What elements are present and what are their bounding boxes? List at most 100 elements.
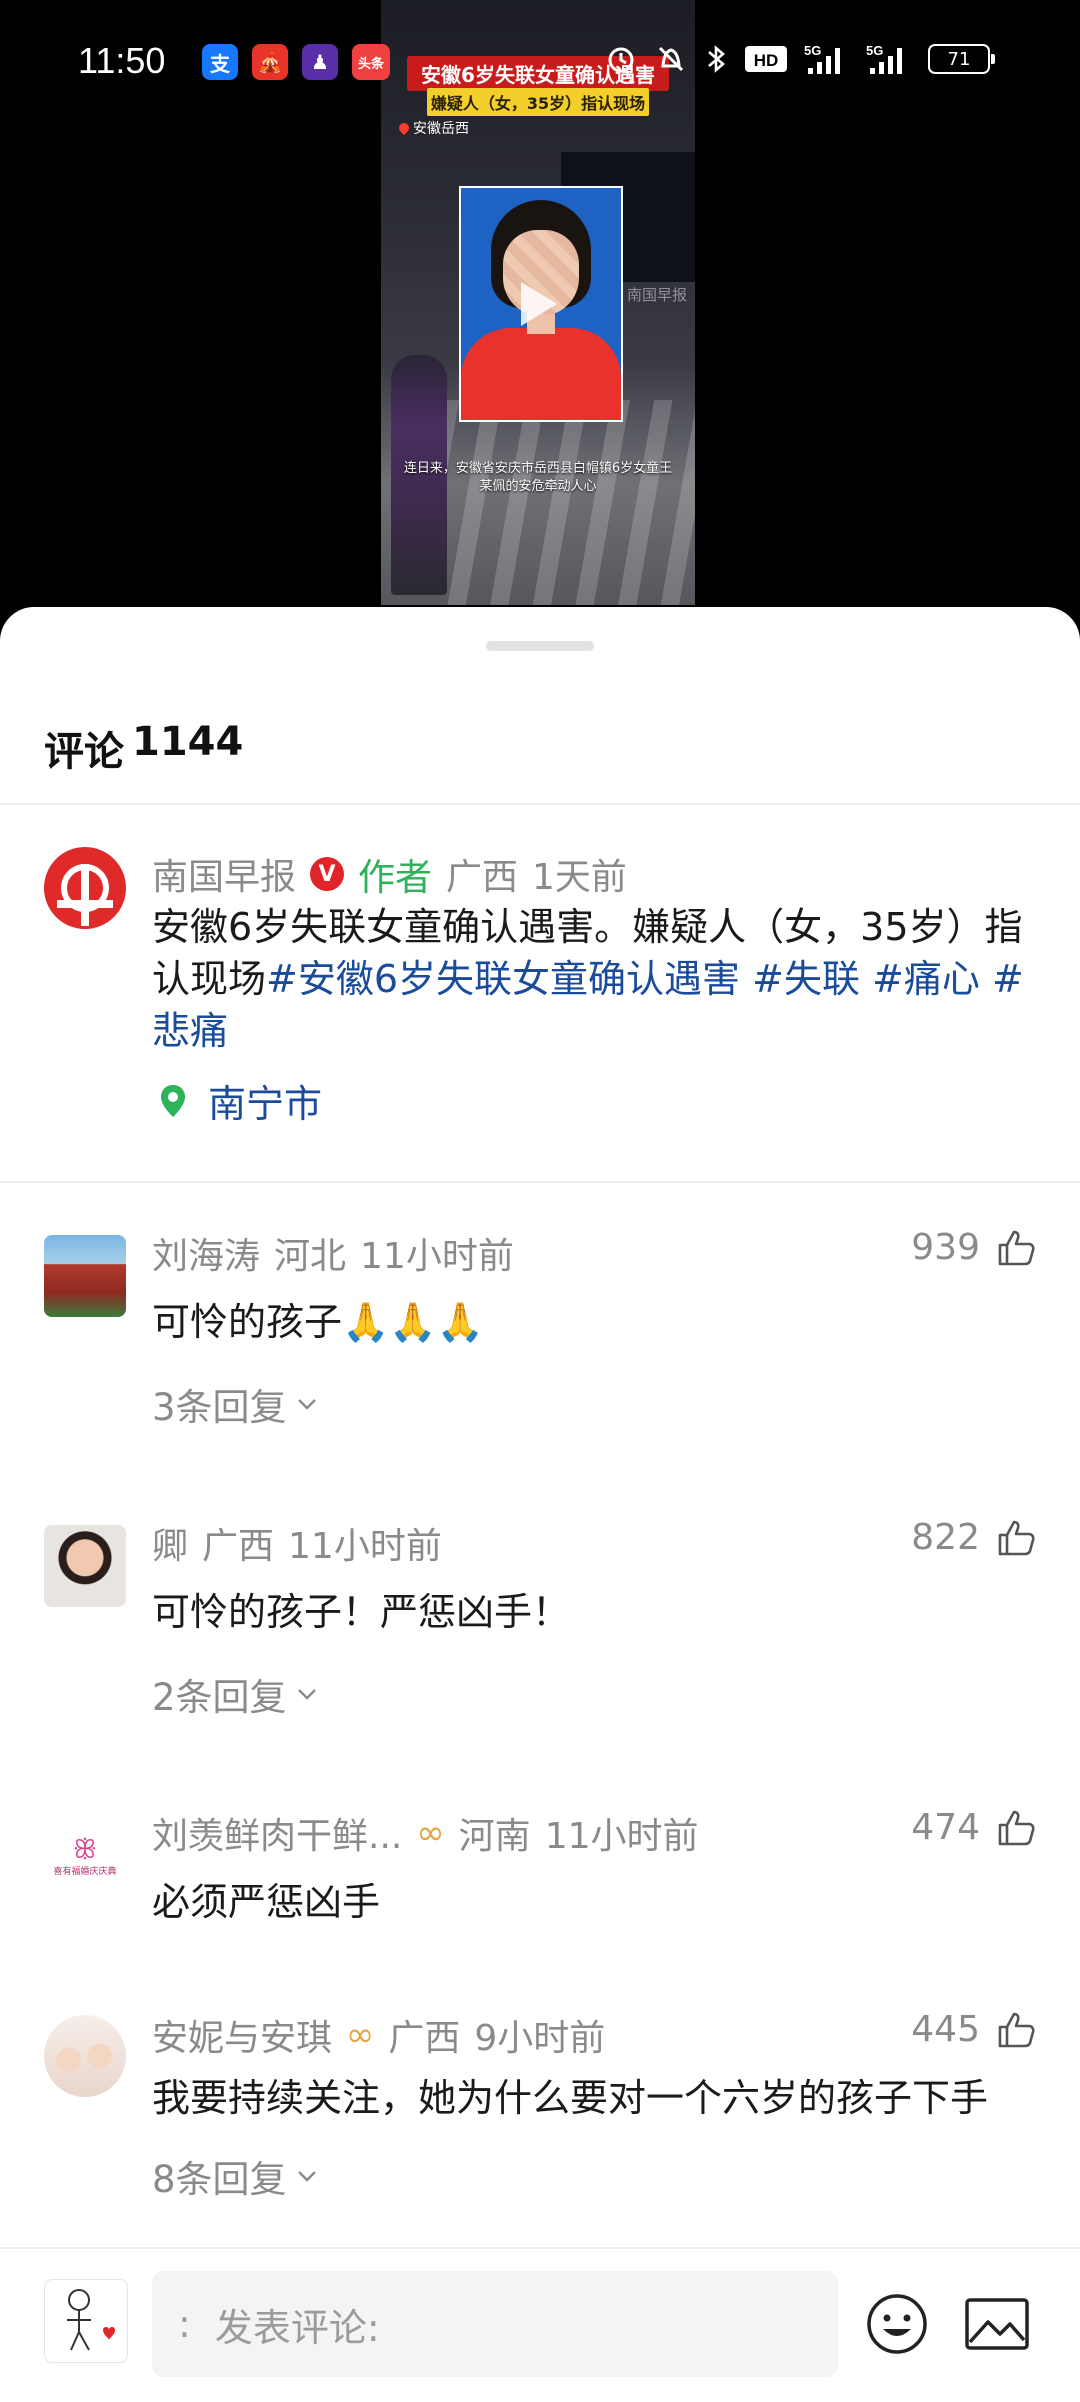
video-location: 安徽岳西 xyxy=(396,118,469,138)
svg-text:5G: 5G xyxy=(804,43,821,58)
replies-toggle[interactable]: 8条回复 xyxy=(152,2149,317,2203)
alipay-icon: 支 xyxy=(202,44,238,80)
system-status-icons: HD 5G 5G 71 xyxy=(604,42,995,76)
comment-time: 11小时前 xyxy=(288,1526,442,1567)
hashtag[interactable]: #痛心 xyxy=(872,957,980,1001)
toutiao-icon: 头条 xyxy=(352,44,390,80)
comment-region: 广西 xyxy=(202,1526,275,1567)
comment-region: 河南 xyxy=(458,1816,531,1857)
thumbs-up-icon xyxy=(998,1810,1035,1845)
author-name[interactable]: 南国早报 xyxy=(152,848,296,900)
thumbs-up-icon xyxy=(998,2012,1035,2047)
comment-input-bar: : 发表评论: xyxy=(0,2247,1080,2402)
post-text: 安徽6岁失联女童确认遇害。嫌疑人（女，35岁）指认现场#安徽6岁失联女童确认遇害… xyxy=(152,901,1042,1057)
video-location-label: 安徽岳西 xyxy=(413,121,469,137)
thumbs-up-icon xyxy=(998,1520,1035,1555)
comment-text: 我要持续关注，她为什么要对一个六岁的孩子下手 xyxy=(152,2076,989,2120)
mute-icon xyxy=(658,46,684,72)
comment-text: 可怜的孩子🙏🙏🙏 xyxy=(152,1300,484,1344)
signal-5g-icon-2: 5G xyxy=(866,43,902,74)
ribbon-badge-icon: ∞ xyxy=(416,1813,445,1853)
replies-label: 3条回复 xyxy=(152,1386,287,1429)
news-logo-icon xyxy=(57,864,113,926)
ribbon-badge-icon: ∞ xyxy=(346,2015,375,2055)
replies-label: 2条回复 xyxy=(152,1676,287,1719)
svg-text:HD: HD xyxy=(754,51,779,70)
comment-meta: 卿 广西 11小时前 xyxy=(152,1517,442,1569)
avatar-logo-text: 喜有福婚庆庆典 xyxy=(53,1866,117,1877)
status-time: 11:50 xyxy=(78,40,166,81)
thumbs-up-icon xyxy=(998,1230,1035,1265)
status-bar: 11:50 支 🎪 ♟ 头条 HD 5G 5G 71 xyxy=(0,0,1080,120)
user-avatar[interactable] xyxy=(44,1235,126,1317)
post-time: 1天前 xyxy=(532,857,627,898)
location-pin-icon xyxy=(161,1084,185,1117)
user-avatar[interactable]: ꕥ 喜有福婚庆庆典 xyxy=(44,1815,126,1897)
post-location-label: 南宁市 xyxy=(208,1082,323,1126)
hd-voice-icon: HD xyxy=(745,46,787,72)
comment-time: 9小时前 xyxy=(474,2018,606,2059)
divider xyxy=(0,803,1080,805)
like-button[interactable]: 445 xyxy=(911,2009,1036,2050)
hashtag[interactable]: #安徽6岁失联女童确认遇害 xyxy=(266,957,740,1001)
comment-user[interactable]: 刘羡鲜肉干鲜... xyxy=(152,1807,402,1859)
like-button[interactable]: 939 xyxy=(911,1227,1036,1268)
like-count: 822 xyxy=(911,1517,980,1558)
post-location[interactable]: 南宁市 xyxy=(160,1073,322,1128)
input-prefix: : xyxy=(178,2302,191,2346)
verified-badge-icon: V xyxy=(310,857,345,891)
alarm-icon xyxy=(608,47,634,73)
stick-figure-avatar-icon xyxy=(67,2289,115,2351)
video-crosswalk xyxy=(441,400,695,605)
game-app-icon: 🎪 xyxy=(252,44,288,80)
video-watermark: 南国早报 xyxy=(627,286,688,304)
author-avatar[interactable] xyxy=(44,847,126,929)
post-region: 广西 xyxy=(446,857,519,898)
comment-sheet: 评论 1144 南国早报 V 作者 广西 1天前 安徽6岁失联女童确认遇害。嫌疑… xyxy=(0,607,1080,2400)
hashtag[interactable]: #失联 xyxy=(752,957,860,1001)
video-caption: 连日来，安徽省安庆市岳西县白帽镇6岁女童王某佩的安危牵动人心 xyxy=(403,461,673,494)
chess-app-icon: ♟ xyxy=(302,44,338,80)
input-placeholder: 发表评论: xyxy=(214,2305,380,2350)
comment-meta: 安妮与安琪 ∞ 广西 9小时前 xyxy=(152,2009,605,2061)
svg-text:5G: 5G xyxy=(866,43,883,58)
like-button[interactable]: 822 xyxy=(911,1517,1036,1558)
post-meta: 南国早报 V 作者 广西 1天前 xyxy=(152,847,627,901)
butterfly-logo-icon: ꕥ xyxy=(72,1834,98,1865)
like-button[interactable]: 474 xyxy=(911,1807,1036,1848)
divider xyxy=(0,1181,1080,1183)
user-avatar[interactable] xyxy=(44,1525,126,1607)
comment-time: 11小时前 xyxy=(544,1816,699,1857)
comment-user[interactable]: 卿 xyxy=(152,1517,188,1569)
location-pin-icon xyxy=(396,120,412,136)
like-count: 445 xyxy=(911,2009,980,2050)
comment-meta: 刘羡鲜肉干鲜... ∞ 河南 11小时前 xyxy=(152,1807,699,1859)
replies-label: 8条回复 xyxy=(152,2158,287,2201)
comment-text: 可怜的孩子！严惩凶手！ xyxy=(152,1590,571,1634)
image-icon[interactable] xyxy=(964,2295,1030,2353)
comment-title-label: 评论 xyxy=(44,729,124,775)
play-icon[interactable] xyxy=(521,282,557,326)
battery-icon: 71 xyxy=(928,44,995,74)
emoji-icon[interactable] xyxy=(866,2293,928,2355)
replies-toggle[interactable]: 2条回复 xyxy=(152,1667,317,1721)
comment-user[interactable]: 安妮与安琪 xyxy=(152,2009,332,2061)
comment-region: 广西 xyxy=(388,2018,461,2059)
user-avatar[interactable] xyxy=(44,2015,126,2097)
replies-toggle[interactable]: 3条回复 xyxy=(152,1377,317,1431)
comment-region: 河北 xyxy=(274,1236,347,1277)
bluetooth-icon xyxy=(708,45,725,73)
signal-5g-icon: 5G xyxy=(804,43,840,74)
comment-user[interactable]: 刘海涛 xyxy=(152,1227,260,1279)
comment-input[interactable]: : 发表评论: xyxy=(152,2271,838,2377)
comment-time: 11小时前 xyxy=(360,1236,514,1277)
like-count: 474 xyxy=(911,1807,980,1848)
chevron-down-icon xyxy=(297,2171,316,2182)
comment-text: 必须严惩凶手 xyxy=(152,1880,381,1924)
drag-handle[interactable] xyxy=(486,641,594,651)
comment-meta: 刘海涛 河北 11小时前 xyxy=(152,1227,514,1279)
comment-count: 1144 xyxy=(132,719,244,765)
my-avatar[interactable] xyxy=(44,2279,128,2363)
like-count: 939 xyxy=(911,1227,980,1268)
author-tag: 作者 xyxy=(358,856,433,899)
